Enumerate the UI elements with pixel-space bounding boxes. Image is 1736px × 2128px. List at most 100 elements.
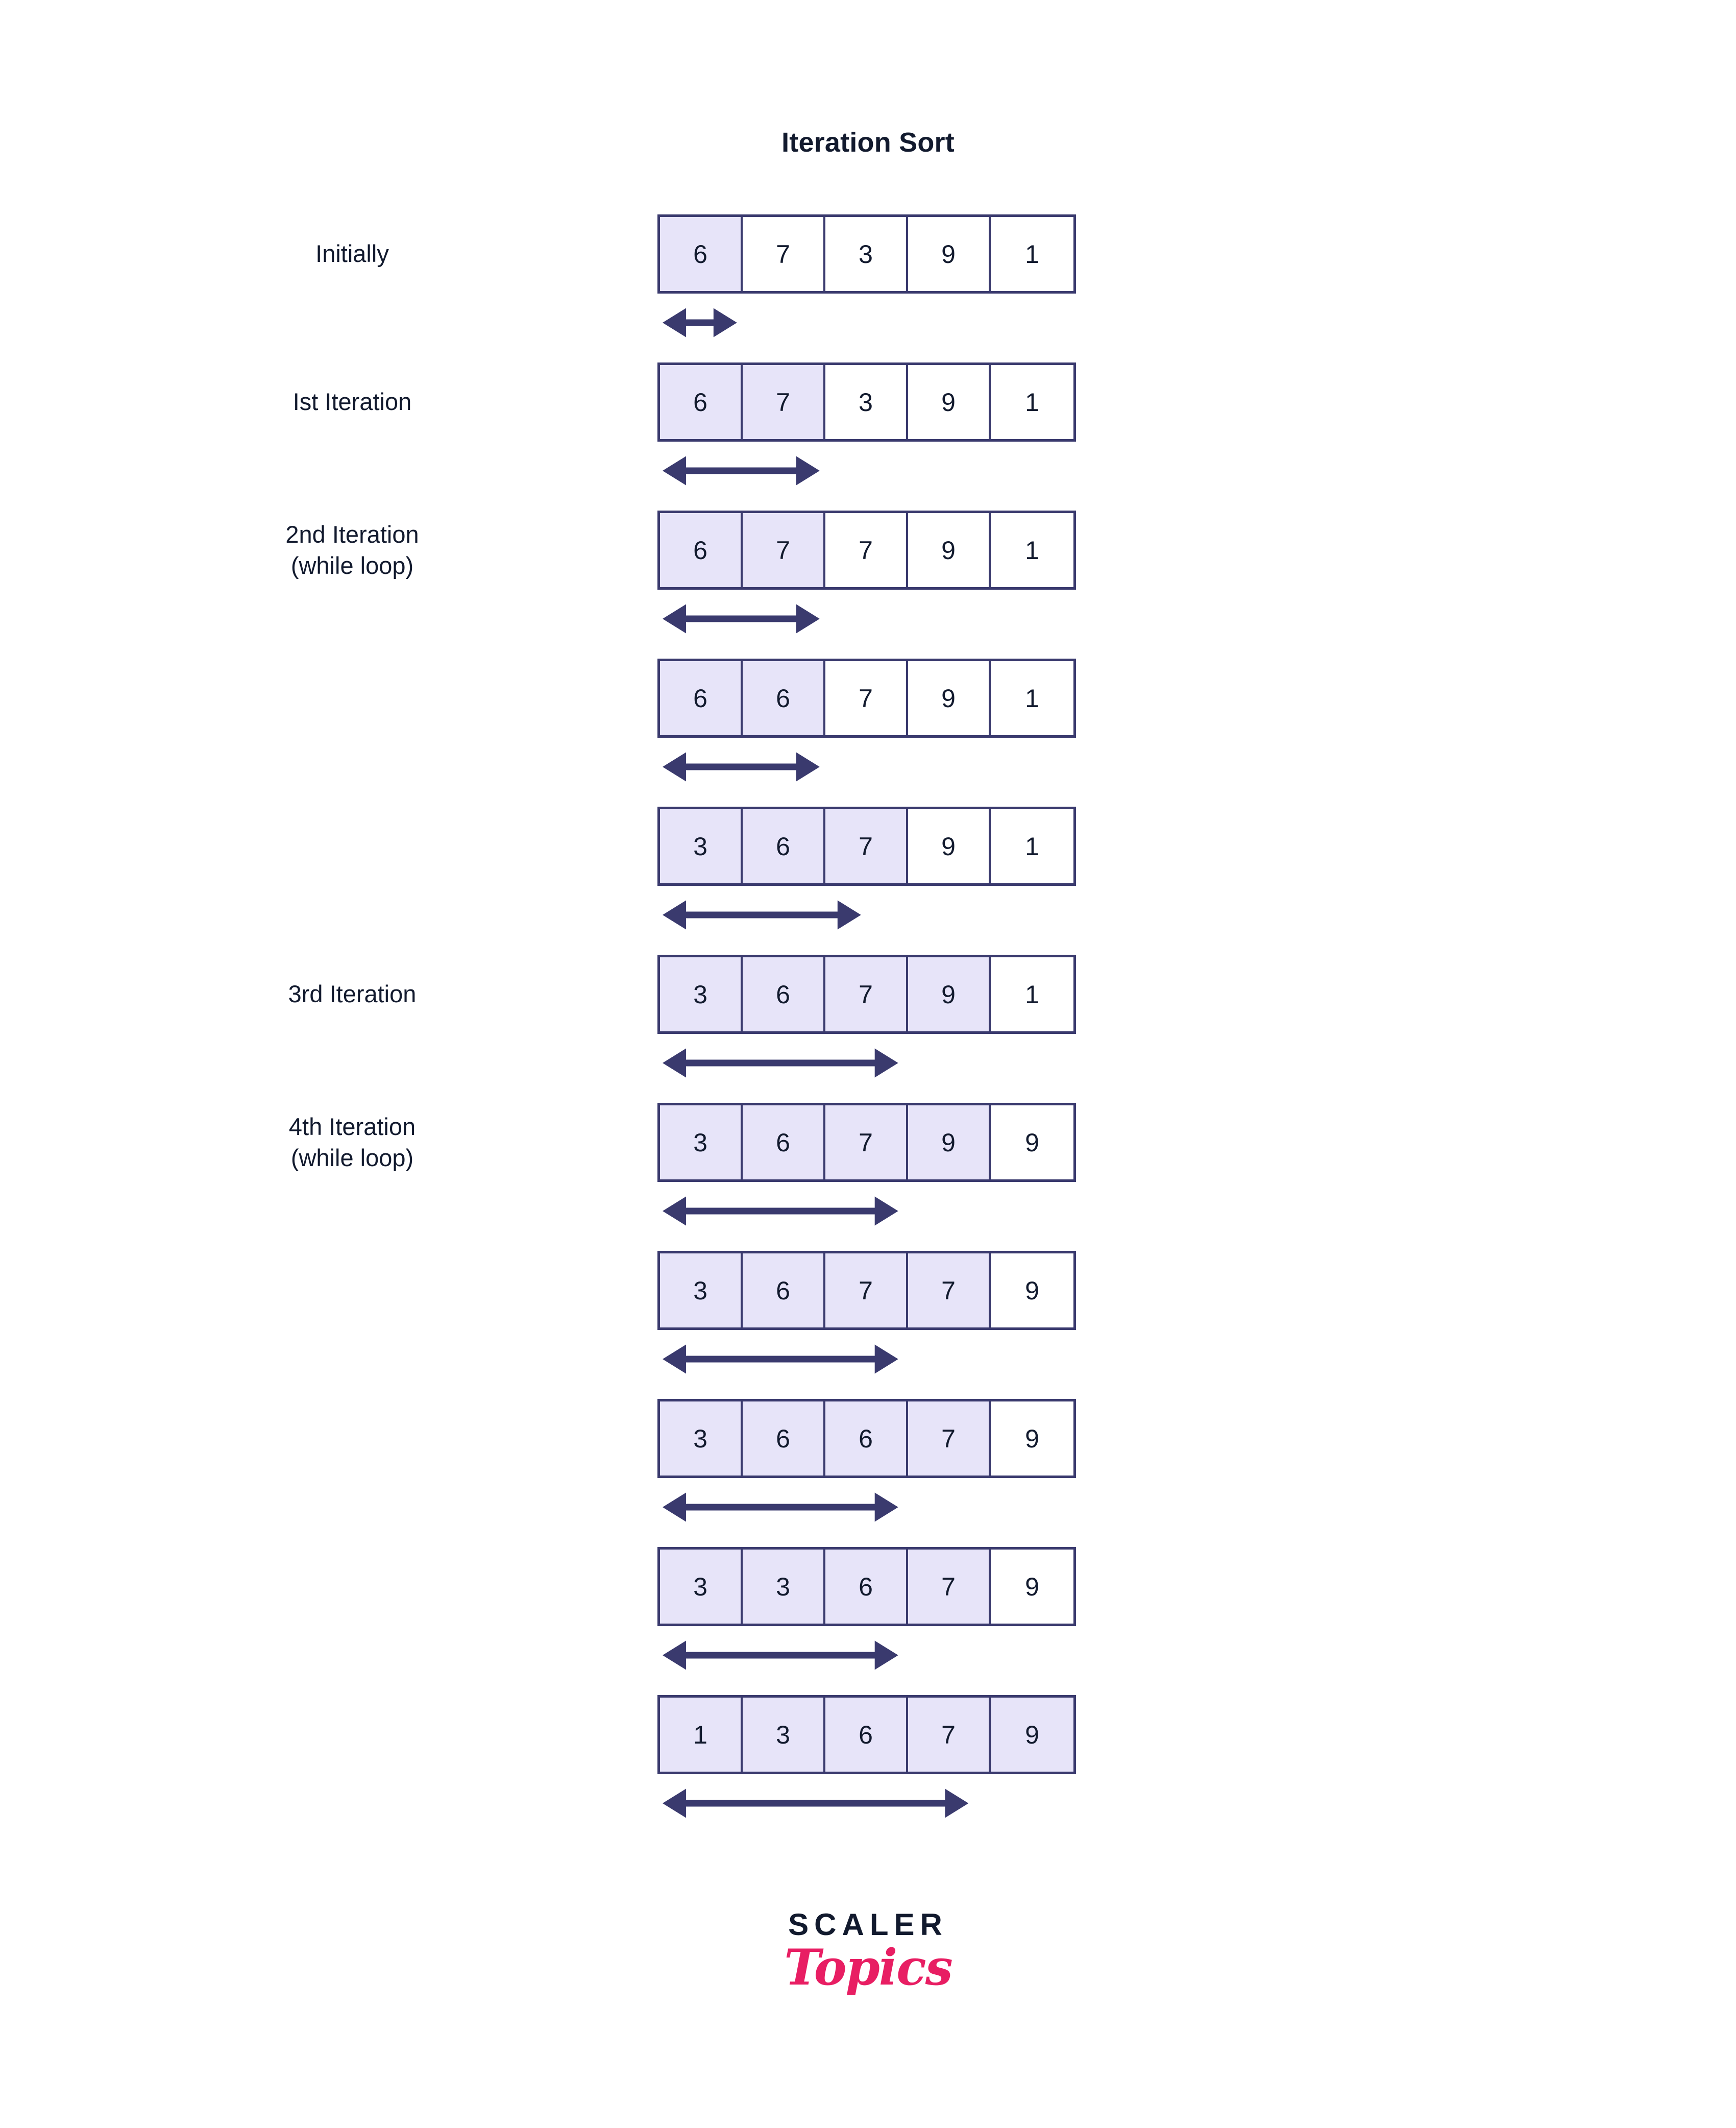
- iteration-row: 36779: [0, 1251, 1736, 1399]
- iteration-row-label: 3rd Iteration: [174, 955, 531, 1034]
- range-arrow: [663, 455, 820, 491]
- array-cell: 1: [991, 957, 1073, 1031]
- array-cell: 3: [660, 1105, 743, 1179]
- iteration-row-label: [174, 1547, 531, 1626]
- iteration-row-label: [174, 807, 531, 886]
- array-cell: 6: [825, 1401, 908, 1476]
- array-cell: 1: [991, 513, 1073, 587]
- iteration-row: 33679: [0, 1547, 1736, 1695]
- iteration-row-label: Ist Iteration: [174, 362, 531, 442]
- iteration-row-label-line1: 3rd Iteration: [288, 980, 417, 1008]
- array-cell: 1: [991, 365, 1073, 439]
- iteration-row-label: [174, 1251, 531, 1330]
- iteration-row: 13679: [0, 1695, 1736, 1843]
- array-cell: 9: [908, 365, 991, 439]
- array-row: 36779: [657, 1251, 1076, 1330]
- iteration-row-label-line2: (while loop): [290, 551, 414, 579]
- array-cell: 9: [908, 957, 991, 1031]
- array-cell: 1: [660, 1698, 743, 1772]
- array-cell: 6: [660, 365, 743, 439]
- array-cell: 3: [825, 365, 908, 439]
- array-row: 36791: [657, 807, 1076, 886]
- iteration-rows: Initially 6 7 3 9 1 Ist Iteration 6 7 3 9 1 2nd Iter…: [0, 0, 1736, 1818]
- iteration-row-label-line1: 2nd Iteration: [285, 521, 419, 548]
- logo-wordmark: SCALER: [788, 1907, 948, 1942]
- range-arrow: [663, 603, 820, 639]
- array-cell: 6: [825, 1698, 908, 1772]
- array-cell: 7: [825, 1253, 908, 1327]
- iteration-row-label-line1: 4th Iteration: [288, 1113, 416, 1141]
- range-arrow: [663, 752, 820, 787]
- array-cell: 7: [825, 957, 908, 1031]
- array-cell: 9: [908, 1105, 991, 1179]
- array-cell: 7: [908, 1698, 991, 1772]
- array-cell: 1: [991, 809, 1073, 883]
- iteration-row: Ist Iteration 6 7 3 9 1: [0, 362, 1736, 511]
- range-arrow: [663, 1344, 898, 1380]
- array-cell: 6: [743, 1105, 825, 1179]
- array-cell: 7: [743, 513, 825, 587]
- iteration-row-label: 4th Iteration (while loop): [174, 1103, 531, 1182]
- array-cell: 9: [908, 661, 991, 735]
- array-cell: 9: [991, 1698, 1073, 1772]
- array-cell: 3: [660, 1401, 743, 1476]
- array-row: 36799: [657, 1103, 1076, 1182]
- array-cell: 7: [825, 1105, 908, 1179]
- iteration-row: 36679: [0, 1399, 1736, 1547]
- array-row: 67391: [657, 362, 1076, 442]
- array-cell: 6: [660, 217, 743, 291]
- iteration-row: 3rd Iteration 3 6 7 9 1: [0, 955, 1736, 1103]
- array-cell: 1: [991, 217, 1073, 291]
- array-row: 33679: [657, 1547, 1076, 1626]
- array-cell: 9: [991, 1105, 1073, 1179]
- array-cell: 3: [660, 1550, 743, 1624]
- iteration-row-label: [174, 1695, 531, 1774]
- range-arrow: [663, 1196, 898, 1231]
- array-cell: 6: [743, 809, 825, 883]
- range-arrow: [663, 900, 861, 935]
- logo-scriptmark: Topics: [784, 1939, 953, 1996]
- array-cell: 7: [908, 1550, 991, 1624]
- array-cell: 6: [743, 1401, 825, 1476]
- array-cell: 7: [908, 1401, 991, 1476]
- array-cell: 3: [743, 1698, 825, 1772]
- array-cell: 9: [991, 1550, 1073, 1624]
- array-cell: 6: [825, 1550, 908, 1624]
- array-cell: 3: [825, 217, 908, 291]
- range-arrow: [663, 1048, 898, 1083]
- array-cell: 9: [991, 1253, 1073, 1327]
- array-row: 13679: [657, 1695, 1076, 1774]
- array-cell: 9: [991, 1401, 1073, 1476]
- brand-logo: SCALER Topics: [0, 1909, 1736, 1992]
- array-row: 67791: [657, 511, 1076, 590]
- array-cell: 3: [743, 1550, 825, 1624]
- iteration-row: 2nd Iteration (while loop) 6 7 7 9 1: [0, 511, 1736, 659]
- range-arrow: [663, 1492, 898, 1528]
- iteration-row-label: 2nd Iteration (while loop): [174, 511, 531, 590]
- array-cell: 7: [743, 217, 825, 291]
- array-row: 67391: [657, 214, 1076, 294]
- array-cell: 7: [825, 661, 908, 735]
- array-cell: 9: [908, 513, 991, 587]
- array-cell: 3: [660, 809, 743, 883]
- array-row: 36679: [657, 1399, 1076, 1478]
- iteration-row-label-line1: Ist Iteration: [292, 388, 412, 416]
- array-cell: 6: [743, 661, 825, 735]
- iteration-row-label: [174, 1399, 531, 1478]
- iteration-row-label-line1: Initially: [315, 240, 389, 268]
- array-cell: 6: [660, 513, 743, 587]
- iteration-row: Initially 6 7 3 9 1: [0, 214, 1736, 362]
- range-arrow: [663, 307, 737, 343]
- array-cell: 6: [660, 661, 743, 735]
- array-cell: 7: [908, 1253, 991, 1327]
- range-arrow: [663, 1640, 898, 1676]
- array-cell: 7: [743, 365, 825, 439]
- array-row: 66791: [657, 659, 1076, 738]
- array-cell: 9: [908, 809, 991, 883]
- iteration-row-label-line2: (while loop): [290, 1144, 414, 1171]
- array-cell: 3: [660, 1253, 743, 1327]
- array-row: 36791: [657, 955, 1076, 1034]
- array-cell: 7: [825, 809, 908, 883]
- array-cell: 9: [908, 217, 991, 291]
- array-cell: 7: [825, 513, 908, 587]
